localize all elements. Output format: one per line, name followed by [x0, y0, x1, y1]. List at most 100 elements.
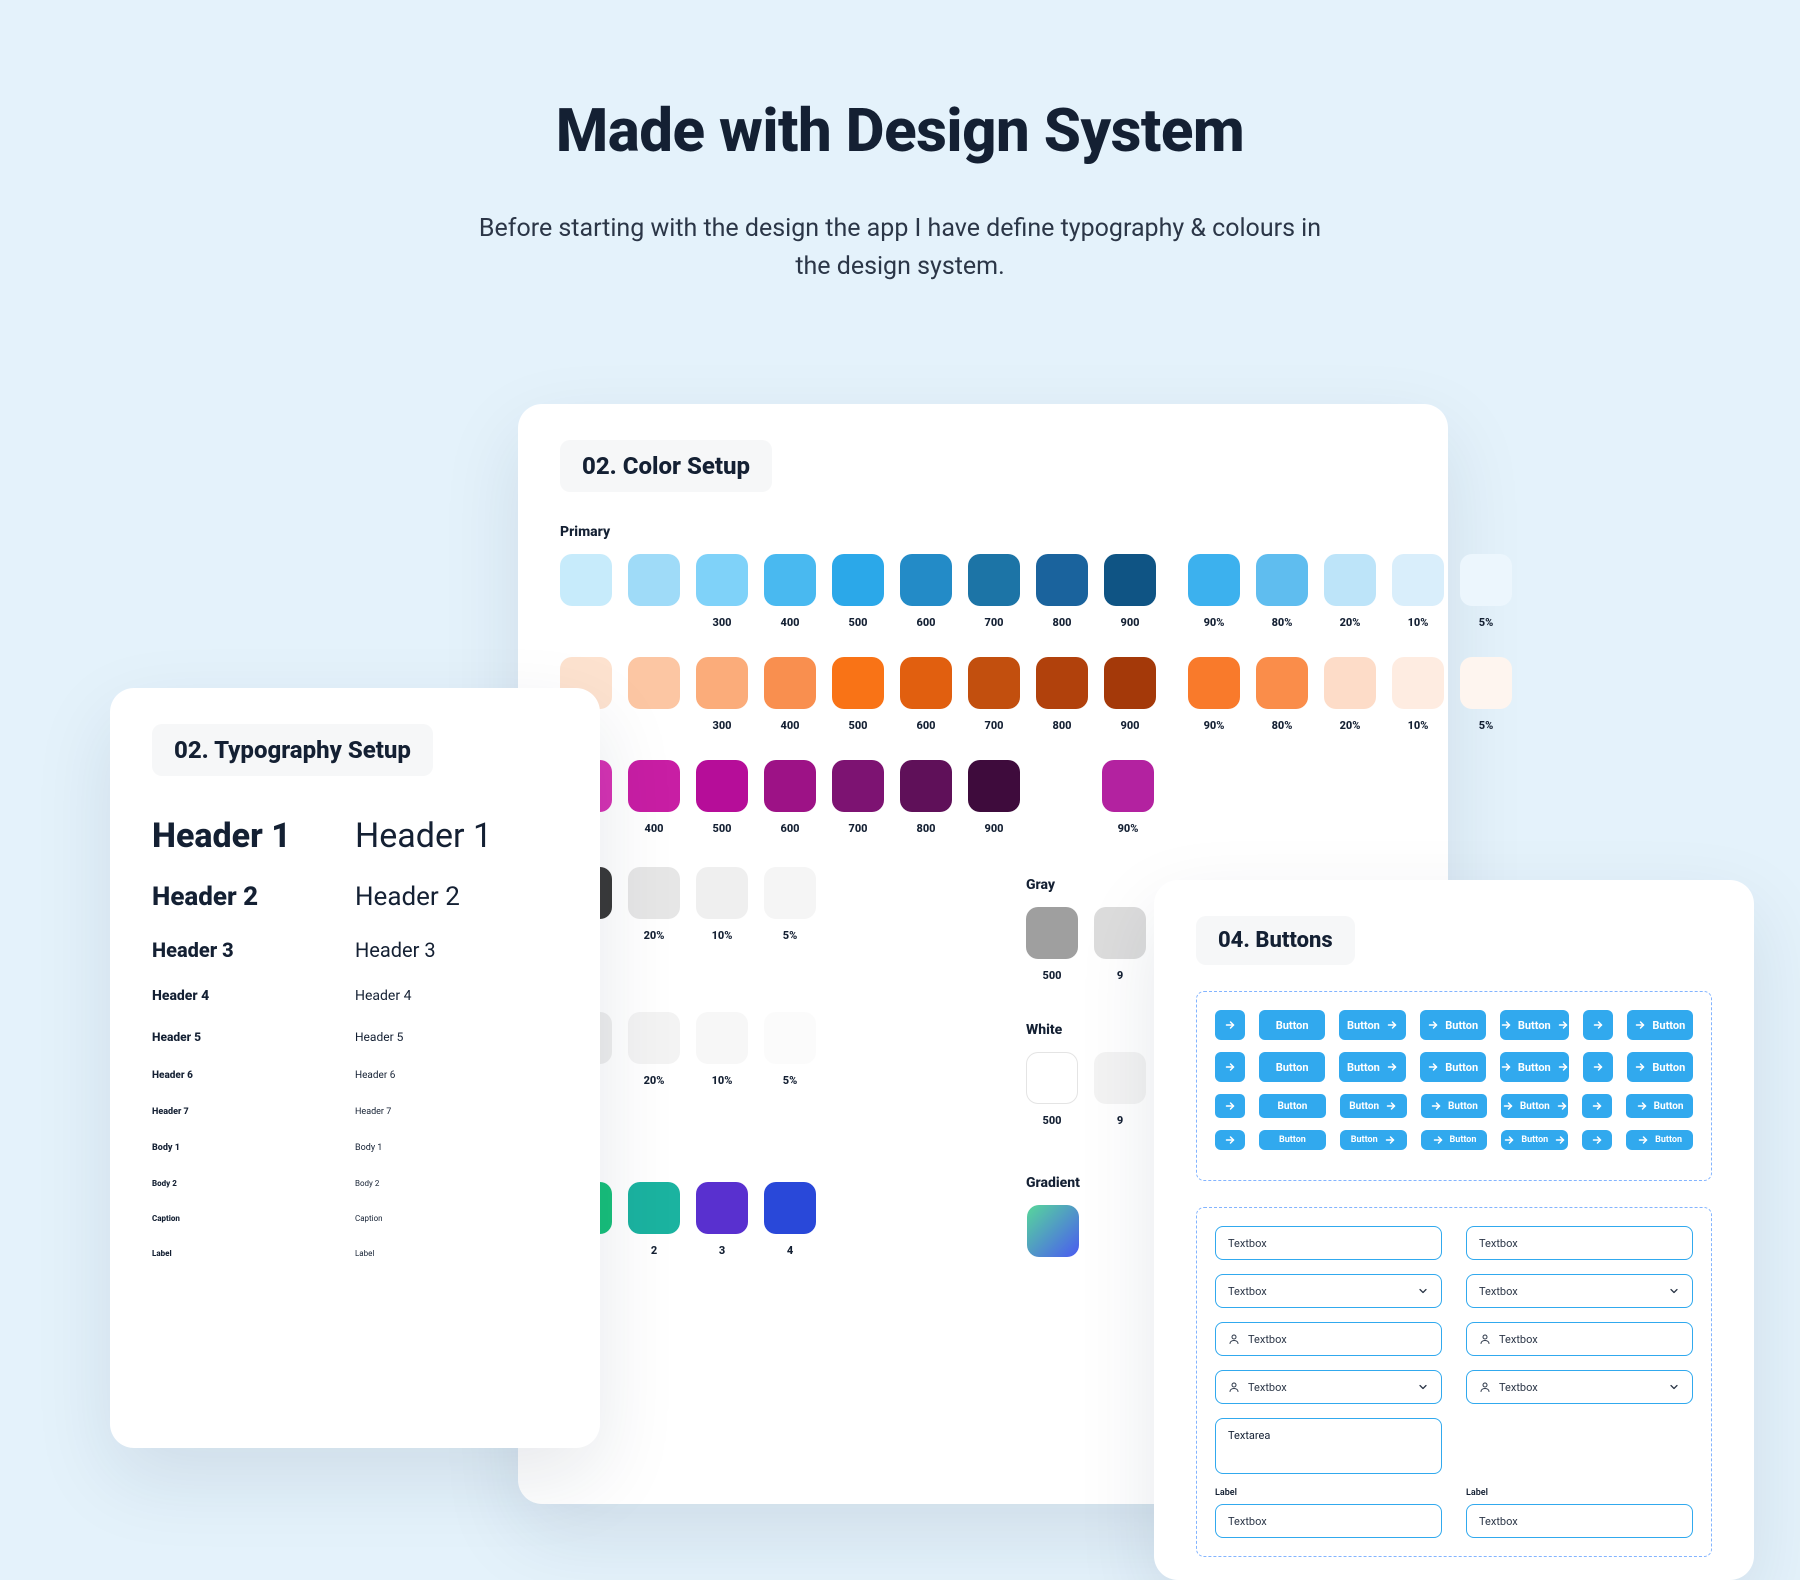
sample-input[interactable]: Textbox — [1466, 1370, 1693, 1404]
typography-grid: Header 1Header 1Header 2Header 2Header 3… — [152, 816, 558, 1258]
sample-button[interactable]: Button — [1501, 1130, 1568, 1150]
sample-button[interactable]: Button — [1339, 1052, 1405, 1082]
swatch-label: 700 — [848, 822, 867, 835]
button-gallery: Button Button Button Button Button Button But… — [1196, 991, 1712, 1181]
button-label: Button — [1518, 1061, 1551, 1074]
sample-button[interactable]: Button — [1500, 1010, 1569, 1040]
user-icon — [1228, 1381, 1240, 1393]
color-swatch: 900 — [1104, 554, 1156, 629]
sample-input[interactable]: Textbox — [1215, 1504, 1442, 1538]
sample-input[interactable]: Textbox — [1466, 1504, 1693, 1538]
type-sample-bold: Body 2 — [152, 1179, 355, 1188]
type-sample-bold: Header 3 — [152, 938, 355, 962]
sample-button[interactable]: Button — [1420, 1010, 1486, 1040]
sample-button[interactable]: Button — [1421, 1130, 1488, 1150]
sample-button[interactable]: Button — [1501, 1094, 1568, 1118]
type-sample-bold: Header 6 — [152, 1070, 355, 1081]
typography-row: Header 4Header 4 — [152, 988, 558, 1004]
arrow-right-icon — [1634, 1061, 1646, 1073]
arrow-right-icon — [1386, 1061, 1398, 1073]
color-swatch: 900 — [968, 760, 1020, 835]
arrow-right-icon — [1500, 1061, 1512, 1073]
labeled-input: LabelTextbox — [1466, 1488, 1693, 1538]
color-swatch: 800 — [1036, 554, 1088, 629]
color-swatch: 600 — [900, 657, 952, 732]
swatch-label: 90% — [1204, 616, 1225, 629]
swatch-label: 20% — [1340, 719, 1361, 732]
sample-textarea[interactable]: Textarea — [1215, 1418, 1442, 1474]
button-label: Button — [1448, 1101, 1478, 1112]
sample-button[interactable]: Button — [1500, 1052, 1569, 1082]
swatch-label: 20% — [1340, 616, 1361, 629]
color-swatch: 80% — [1256, 657, 1308, 732]
sample-button[interactable]: Button — [1340, 1094, 1407, 1118]
arrow-right-icon — [1556, 1100, 1568, 1112]
color-swatch: 4 — [764, 1182, 816, 1257]
sample-button[interactable]: Button — [1340, 1130, 1407, 1150]
swatch-label: 5% — [1479, 616, 1494, 629]
icon-button[interactable] — [1215, 1010, 1245, 1040]
sample-input[interactable]: Textbox — [1466, 1322, 1693, 1356]
swatch-label: 80% — [1272, 719, 1293, 732]
sample-input[interactable]: Textbox — [1215, 1274, 1442, 1308]
palette-row: 30040050060070080090090%80%20%10%5% — [560, 657, 1406, 732]
icon-button[interactable] — [1583, 1052, 1613, 1082]
color-swatch: 9 — [1094, 907, 1146, 982]
typography-row: Body 1Body 1 — [152, 1143, 558, 1153]
button-label: Button — [1347, 1061, 1380, 1074]
sample-button[interactable]: Button — [1259, 1094, 1326, 1118]
sample-button[interactable]: Button — [1627, 1010, 1693, 1040]
sample-button[interactable]: Button — [1259, 1010, 1325, 1040]
sample-button[interactable]: Button — [1339, 1010, 1405, 1040]
swatch-label: 800 — [1052, 719, 1071, 732]
icon-button[interactable] — [1582, 1094, 1612, 1118]
swatch-label: 300 — [712, 719, 731, 732]
icon-button[interactable] — [1582, 1130, 1612, 1150]
sample-button[interactable]: Button — [1259, 1130, 1326, 1150]
type-sample-regular: Header 7 — [355, 1107, 558, 1117]
input-placeholder: Textbox — [1248, 1381, 1287, 1394]
type-sample-bold: Header 4 — [152, 988, 355, 1004]
icon-button[interactable] — [1215, 1052, 1245, 1082]
color-swatch: 700 — [832, 760, 884, 835]
type-sample-regular: Header 5 — [355, 1030, 558, 1044]
color-swatch: 500 — [1026, 1052, 1078, 1127]
type-sample-bold: Caption — [152, 1214, 355, 1223]
sample-button[interactable]: Button — [1259, 1052, 1325, 1082]
type-sample-regular: Header 2 — [355, 882, 558, 912]
primary-label: Primary — [560, 524, 1406, 540]
icon-button[interactable] — [1215, 1094, 1245, 1118]
input-placeholder: Textbox — [1499, 1333, 1538, 1346]
sample-input[interactable]: Textbox — [1215, 1322, 1442, 1356]
arrow-right-icon — [1591, 1134, 1603, 1146]
type-sample-bold: Header 2 — [152, 882, 355, 912]
sample-button[interactable]: Button — [1420, 1052, 1486, 1082]
typography-row: Header 5Header 5 — [152, 1030, 558, 1044]
swatch-label: 600 — [916, 719, 935, 732]
swatch-label: 4 — [787, 1244, 793, 1257]
type-sample-regular: Header 6 — [355, 1070, 558, 1081]
swatch-label: 800 — [1052, 616, 1071, 629]
arrow-right-icon — [1554, 1134, 1566, 1146]
arrow-right-icon — [1385, 1100, 1397, 1112]
sample-button[interactable]: Button — [1627, 1052, 1693, 1082]
icon-button[interactable] — [1583, 1010, 1613, 1040]
buttons-card: 04. Buttons ButtonButtonButtonButtonButt… — [1154, 880, 1754, 1580]
sample-input[interactable]: Textbox — [1215, 1226, 1442, 1260]
input-placeholder: Textbox — [1479, 1515, 1518, 1528]
arrow-right-icon — [1592, 1019, 1604, 1031]
swatch-label: 10% — [1408, 616, 1429, 629]
icon-button[interactable] — [1215, 1130, 1245, 1150]
sample-input[interactable]: Textbox — [1466, 1226, 1693, 1260]
button-label: Button — [1277, 1101, 1307, 1112]
sample-button[interactable]: Button — [1626, 1130, 1693, 1150]
color-swatch: 400 — [764, 554, 816, 629]
chevron-down-icon — [1417, 1285, 1429, 1297]
sample-input[interactable]: Textbox — [1215, 1370, 1442, 1404]
color-swatch: 9 — [1094, 1052, 1146, 1127]
sample-input[interactable]: Textbox — [1466, 1274, 1693, 1308]
typography-row: Body 2Body 2 — [152, 1179, 558, 1188]
sample-button[interactable]: Button — [1421, 1094, 1488, 1118]
sample-button[interactable]: Button — [1626, 1094, 1693, 1118]
swatch-label: 600 — [780, 822, 799, 835]
